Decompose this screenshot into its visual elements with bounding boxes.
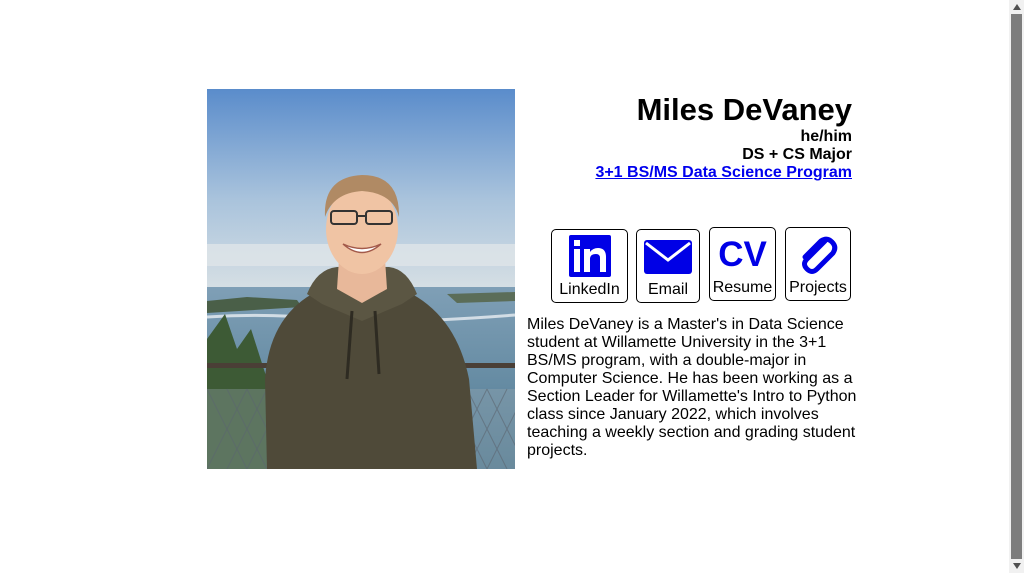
bio-paragraph: Miles DeVaney is a Master's in Data Scie… bbox=[527, 316, 857, 459]
program-link[interactable]: 3+1 BS/MS Data Science Program bbox=[595, 164, 852, 182]
linkedin-button[interactable]: LinkedIn bbox=[551, 229, 628, 303]
scroll-down-arrow-icon[interactable] bbox=[1009, 559, 1024, 573]
email-button[interactable]: Email bbox=[636, 229, 700, 303]
scrollbar-thumb[interactable] bbox=[1011, 14, 1022, 559]
linkedin-label: LinkedIn bbox=[559, 281, 620, 298]
vertical-scrollbar[interactable] bbox=[1009, 0, 1024, 573]
cv-icon: CV bbox=[718, 235, 767, 274]
major: DS + CS Major bbox=[742, 146, 852, 163]
email-label: Email bbox=[647, 281, 688, 298]
resume-label: Resume bbox=[712, 279, 773, 296]
scroll-up-arrow-icon[interactable] bbox=[1009, 0, 1024, 14]
page: Miles DeVaney he/him DS + CS Major 3+1 B… bbox=[0, 0, 1024, 573]
paperclip-icon bbox=[795, 233, 841, 277]
projects-label: Projects bbox=[789, 279, 847, 296]
pronouns: he/him bbox=[800, 128, 852, 145]
linkedin-icon bbox=[568, 235, 611, 279]
resume-button[interactable]: CV Resume bbox=[709, 227, 776, 301]
envelope-icon bbox=[643, 235, 693, 279]
profile-name: Miles DeVaney bbox=[636, 92, 852, 127]
projects-button[interactable]: Projects bbox=[785, 227, 851, 301]
profile-photo bbox=[207, 89, 515, 469]
